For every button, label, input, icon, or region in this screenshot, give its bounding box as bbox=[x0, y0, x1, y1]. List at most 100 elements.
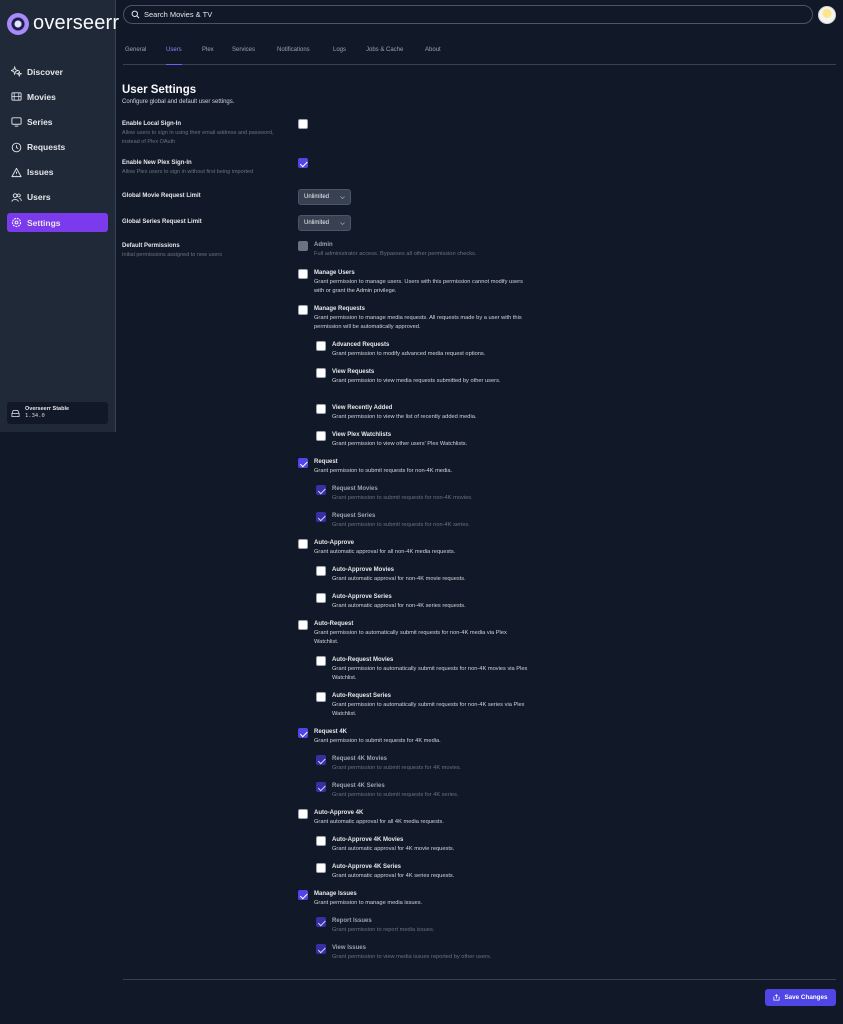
report-issues-checkbox[interactable] bbox=[316, 917, 326, 927]
request-series-checkbox[interactable] bbox=[316, 512, 326, 522]
cog-icon bbox=[11, 217, 22, 228]
manage-requests-desc: Grant permission to manage media request… bbox=[314, 315, 522, 330]
manage-requests-checkbox[interactable] bbox=[298, 305, 308, 315]
auto-approve-desc: Grant automatic approval for all non-4K … bbox=[314, 549, 456, 555]
request-4k-movies-desc: Grant permission to submit requests for … bbox=[332, 765, 462, 771]
view-plex-watchlists-desc: Grant permission to view other users' Pl… bbox=[332, 441, 468, 447]
sidebar-item-requests[interactable]: Requests bbox=[7, 138, 108, 157]
auto-approve-movies-checkbox[interactable] bbox=[316, 566, 326, 576]
manage-users-checkbox[interactable] bbox=[298, 269, 308, 279]
search-icon bbox=[131, 10, 140, 19]
admin-title: Admin bbox=[314, 242, 333, 248]
version-badge[interactable]: Overseerr Stable 1.34.0 bbox=[7, 402, 108, 424]
auto-approve-movies-desc: Grant automatic approval for non-4K movi… bbox=[332, 576, 466, 582]
app-logo[interactable]: overseerr bbox=[7, 12, 119, 35]
local-signin-checkbox[interactable] bbox=[298, 119, 308, 129]
movie-limit-label: Global Movie Request Limit bbox=[122, 193, 201, 199]
save-button-label: Save Changes bbox=[784, 994, 828, 1001]
chevron-down-icon bbox=[340, 222, 345, 225]
tab-notifications[interactable]: Notifications bbox=[277, 47, 310, 65]
version-title: Overseerr Stable bbox=[25, 406, 70, 412]
auto-approve-series-title: Auto-Approve Series bbox=[332, 594, 392, 600]
auto-approve-series-checkbox[interactable] bbox=[316, 593, 326, 603]
sidebar-item-users[interactable]: Users bbox=[7, 188, 108, 207]
request-4k-series-desc: Grant permission to submit requests for … bbox=[332, 792, 459, 798]
sidebar-item-issues[interactable]: Issues bbox=[7, 163, 108, 182]
plex-signin-checkbox[interactable] bbox=[298, 158, 308, 168]
request-4k-title: Request 4K bbox=[314, 729, 348, 735]
request-4k-series-checkbox[interactable] bbox=[316, 782, 326, 792]
series-limit-value: Unlimited bbox=[304, 220, 330, 226]
request-4k-series-title: Request 4K Series bbox=[332, 783, 385, 789]
auto-request-checkbox[interactable] bbox=[298, 620, 308, 630]
user-avatar[interactable] bbox=[818, 6, 836, 24]
advanced-requests-title: Advanced Requests bbox=[332, 342, 390, 348]
tab-general[interactable]: General bbox=[125, 47, 146, 65]
page-title: User Settings bbox=[122, 84, 197, 96]
request-movies-desc: Grant permission to submit requests for … bbox=[332, 495, 473, 501]
request-4k-movies-checkbox[interactable] bbox=[316, 755, 326, 765]
series-limit-select[interactable]: Unlimited bbox=[298, 215, 351, 231]
auto-request-desc: Grant permission to automatically submit… bbox=[314, 630, 507, 645]
auto-request-series-checkbox[interactable] bbox=[316, 692, 326, 702]
sidebar-item-label: Issues bbox=[27, 167, 54, 178]
logo-icon bbox=[7, 12, 29, 35]
tab-users[interactable]: Users bbox=[166, 47, 182, 65]
tab-services[interactable]: Services bbox=[232, 47, 255, 65]
sidebar-item-movies[interactable]: Movies bbox=[7, 87, 108, 106]
view-requests-desc: Grant permission to view media requests … bbox=[332, 378, 501, 384]
sidebar-item-settings[interactable]: Settings bbox=[7, 213, 108, 233]
admin-checkbox[interactable] bbox=[298, 241, 308, 251]
tab-logs[interactable]: Logs bbox=[333, 47, 346, 65]
view-recently-added-checkbox[interactable] bbox=[316, 404, 326, 414]
local-signin-desc: Allow users to sign in using their email… bbox=[122, 130, 274, 145]
auto-approve-series-desc: Grant automatic approval for non-4K seri… bbox=[332, 603, 466, 609]
advanced-requests-checkbox[interactable] bbox=[316, 341, 326, 351]
view-issues-checkbox[interactable] bbox=[316, 944, 326, 954]
view-recently-added-desc: Grant permission to view the list of rec… bbox=[332, 414, 477, 420]
movie-limit-value: Unlimited bbox=[304, 194, 330, 200]
request-movies-checkbox[interactable] bbox=[316, 485, 326, 495]
sparkles-icon bbox=[11, 66, 22, 77]
request-checkbox[interactable] bbox=[298, 458, 308, 468]
sidebar-item-discover[interactable]: Discover bbox=[7, 62, 108, 81]
tab-plex[interactable]: Plex bbox=[202, 47, 214, 65]
default-permissions-label: Default Permissions bbox=[122, 243, 180, 249]
report-issues-desc: Grant permission to report media issues. bbox=[332, 927, 435, 933]
auto-request-series-desc: Grant permission to automatically submit… bbox=[332, 702, 525, 717]
auto-request-movies-desc: Grant permission to automatically submit… bbox=[332, 666, 528, 681]
auto-approve-checkbox[interactable] bbox=[298, 539, 308, 549]
request-4k-checkbox[interactable] bbox=[298, 728, 308, 738]
search-input[interactable] bbox=[144, 10, 744, 19]
view-plex-watchlists-checkbox[interactable] bbox=[316, 431, 326, 441]
auto-approve-4k-series-checkbox[interactable] bbox=[316, 863, 326, 873]
series-limit-label: Global Series Request Limit bbox=[122, 219, 202, 225]
sidebar-item-label: Series bbox=[27, 116, 53, 127]
manage-issues-checkbox[interactable] bbox=[298, 890, 308, 900]
auto-request-movies-checkbox[interactable] bbox=[316, 656, 326, 666]
tab-about[interactable]: About bbox=[425, 47, 441, 65]
sidebar-item-series[interactable]: Series bbox=[7, 112, 108, 131]
movie-limit-select[interactable]: Unlimited bbox=[298, 189, 351, 205]
search-bar[interactable] bbox=[123, 5, 813, 24]
auto-approve-4k-series-desc: Grant automatic approval for 4K series r… bbox=[332, 873, 455, 879]
server-icon bbox=[11, 409, 20, 417]
clock-icon bbox=[11, 142, 22, 153]
tab-jobs-cache[interactable]: Jobs & Cache bbox=[366, 47, 403, 65]
sidebar-item-label: Requests bbox=[27, 142, 66, 153]
local-signin-label: Enable Local Sign-In bbox=[122, 121, 182, 127]
auto-approve-4k-series-title: Auto-Approve 4K Series bbox=[332, 864, 402, 870]
page-subtitle: Configure global and default user settin… bbox=[122, 99, 235, 105]
manage-issues-desc: Grant permission to manage media issues. bbox=[314, 900, 423, 906]
plex-signin-label: Enable New Plex Sign-In bbox=[122, 160, 192, 166]
auto-approve-4k-movies-title: Auto-Approve 4K Movies bbox=[332, 837, 404, 843]
sidebar-item-label: Movies bbox=[27, 91, 56, 102]
auto-approve-movies-title: Auto-Approve Movies bbox=[332, 567, 395, 573]
sidebar-item-label: Settings bbox=[27, 217, 61, 228]
auto-approve-4k-checkbox[interactable] bbox=[298, 809, 308, 819]
manage-requests-title: Manage Requests bbox=[314, 306, 366, 312]
auto-approve-4k-movies-checkbox[interactable] bbox=[316, 836, 326, 846]
view-plex-watchlists-title: View Plex Watchlists bbox=[332, 432, 392, 438]
view-requests-checkbox[interactable] bbox=[316, 368, 326, 378]
save-button[interactable]: Save Changes bbox=[765, 989, 836, 1006]
